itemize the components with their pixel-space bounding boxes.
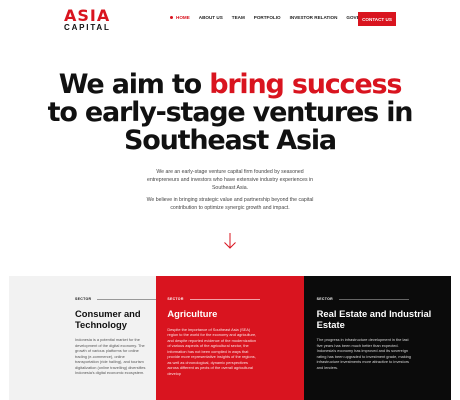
logo-wordmark-top: ASIA: [64, 6, 111, 25]
hero-headline-line-2: to early-stage ventures in: [47, 97, 414, 128]
site-header: ASIA CAPITAL HOME ABOUT US TEAM PORTFOLI…: [0, 0, 460, 40]
nav-item-label: INVESTOR RELATION: [289, 15, 338, 20]
sector-title: Real Estate and Industrial Estate: [316, 308, 432, 330]
nav-item-home[interactable]: HOME: [170, 15, 190, 20]
hero-headline-text: We aim to: [58, 69, 210, 100]
nav-item-investor-relation[interactable]: INVESTOR RELATION: [290, 15, 338, 20]
hero-paragraph-2: We believe in bringing strategic value a…: [146, 196, 314, 211]
sector-title: Agriculture: [167, 308, 218, 319]
asia-capital-logo[interactable]: ASIA CAPITAL: [64, 6, 116, 33]
sector-description: Despite the importance of Southeast Asia…: [167, 326, 257, 376]
hero-paragraph-1: We are an early-stage venture capital fi…: [146, 169, 314, 192]
active-dot-icon: [170, 16, 173, 19]
hero-intro: We are an early-stage venture capital fi…: [140, 168, 320, 215]
sectors-section: SECTOR Consumer and Technology Indonesia…: [9, 276, 451, 400]
sector-description: Indonesia is a potential market for the …: [75, 337, 146, 375]
arrow-down-icon[interactable]: [223, 232, 237, 250]
sector-card-consumer-technology[interactable]: SECTOR Consumer and Technology Indonesia…: [9, 276, 157, 400]
hero-headline-line-3: Southeast Asia: [124, 125, 337, 156]
sector-tag-label: SECTOR: [75, 297, 92, 301]
sector-card-agriculture[interactable]: SECTOR Agriculture Despite the importanc…: [156, 276, 304, 400]
divider: [338, 298, 409, 300]
hero-headline-line-1: We aim to bring success: [0, 71, 460, 99]
divider: [97, 298, 157, 300]
sector-tag: SECTOR: [167, 297, 303, 301]
nav-item-label: TEAM: [231, 15, 245, 20]
divider: [189, 298, 260, 300]
nav-item-label: ABOUT US: [198, 15, 223, 20]
sector-tag: SECTOR: [75, 297, 157, 301]
nav-item-label: HOME: [176, 15, 190, 20]
main-nav: HOME ABOUT US TEAM PORTFOLIO INVESTOR RE…: [170, 15, 388, 20]
hero-headline-accent: bring success: [209, 69, 402, 100]
nav-item-portfolio[interactable]: PORTFOLIO: [254, 15, 281, 20]
logo-wordmark-bottom: CAPITAL: [64, 23, 111, 32]
sector-tag-label: SECTOR: [316, 297, 333, 301]
nav-item-label: PORTFOLIO: [253, 15, 281, 20]
nav-item-about-us[interactable]: ABOUT US: [199, 15, 223, 20]
sector-tag: SECTOR: [317, 297, 451, 301]
sector-card-real-estate[interactable]: SECTOR Real Estate and Industrial Estate…: [303, 276, 451, 400]
hero-headline: We aim to bring success to early-stage v…: [0, 71, 460, 155]
sector-tag-label: SECTOR: [167, 297, 184, 301]
nav-item-team[interactable]: TEAM: [232, 15, 245, 20]
contact-us-button[interactable]: CONTACT US: [358, 12, 396, 26]
sector-description: The progress in infrastructure developme…: [316, 337, 411, 370]
sector-title: Consumer and Technology: [75, 308, 141, 330]
